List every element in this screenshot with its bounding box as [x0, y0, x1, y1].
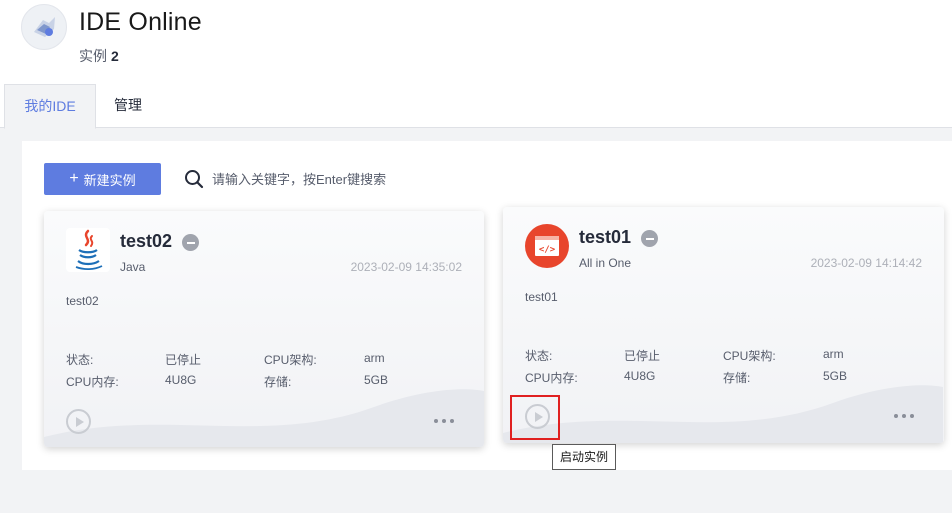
instance-type: All in One — [579, 256, 632, 270]
instance-count: 实例 2 — [79, 46, 119, 66]
cpu-arch-label: CPU架构: — [723, 349, 776, 363]
more-actions-icon[interactable] — [894, 414, 914, 420]
cpu-arch-value: arm — [364, 351, 385, 365]
page-title: IDE Online — [79, 8, 202, 36]
start-instance-button[interactable] — [66, 409, 91, 434]
cpu-memory-value: 4U8G — [165, 373, 197, 387]
cpu-memory-label: CPU内存: — [66, 375, 119, 389]
instance-name[interactable]: test02 — [120, 231, 172, 252]
new-instance-label: 新建实例 — [83, 172, 136, 188]
storage-value: 5GB — [823, 369, 848, 383]
new-instance-button[interactable]: + 新建实例 — [44, 163, 161, 195]
java-icon — [66, 228, 110, 272]
cpu-memory-value: 4U8G — [624, 369, 656, 383]
instance-card-test02[interactable]: test02 Java 2023-02-09 14:35:02 test02 状… — [44, 211, 484, 447]
tab-bar: 我的IDE 管理 — [0, 84, 952, 129]
stopped-status-icon — [641, 230, 658, 247]
search-icon[interactable] — [184, 169, 204, 189]
storage-label: 存储: — [723, 371, 751, 385]
instance-description: test02 — [66, 294, 99, 308]
storage-value: 5GB — [364, 373, 389, 387]
start-instance-tooltip: 启动实例 — [552, 444, 617, 470]
stopped-status-icon — [182, 234, 199, 251]
status-value: 已停止 — [165, 353, 202, 367]
instance-name[interactable]: test01 — [579, 227, 631, 248]
instance-type: Java — [120, 260, 146, 274]
tab-my-ide[interactable]: 我的IDE — [4, 84, 96, 129]
plus-icon: + — [69, 170, 79, 187]
ide-online-logo-icon — [21, 4, 67, 50]
all-in-one-code-icon: </> — [525, 224, 569, 268]
search-box — [184, 167, 472, 191]
status-value: 已停止 — [624, 349, 661, 363]
cpu-arch-label: CPU架构: — [264, 353, 317, 367]
search-input[interactable] — [212, 171, 472, 187]
instance-panel: + 新建实例 test02 Java 2023-02-09 14:35:02 — [22, 141, 952, 470]
svg-text:</>: </> — [539, 245, 556, 255]
instance-count-label: 实例 — [79, 48, 107, 64]
instance-card-test01[interactable]: </> test01 All in One 2023-02-09 14:14:4… — [503, 207, 944, 443]
start-button-highlight — [510, 395, 560, 440]
instance-created-time: 2023-02-09 14:14:42 — [810, 256, 922, 270]
page-header: IDE Online 实例 2 我的IDE 管理 — [0, 0, 952, 129]
cpu-memory-label: CPU内存: — [525, 371, 578, 385]
instance-count-value: 2 — [111, 48, 119, 64]
status-label: 状态: — [525, 349, 553, 363]
more-actions-icon[interactable] — [434, 419, 454, 425]
instance-description: test01 — [525, 290, 558, 304]
tab-manage[interactable]: 管理 — [96, 84, 160, 128]
cpu-arch-value: arm — [823, 347, 844, 361]
instance-created-time: 2023-02-09 14:35:02 — [350, 260, 462, 274]
storage-label: 存储: — [264, 375, 292, 389]
status-label: 状态: — [66, 353, 94, 367]
